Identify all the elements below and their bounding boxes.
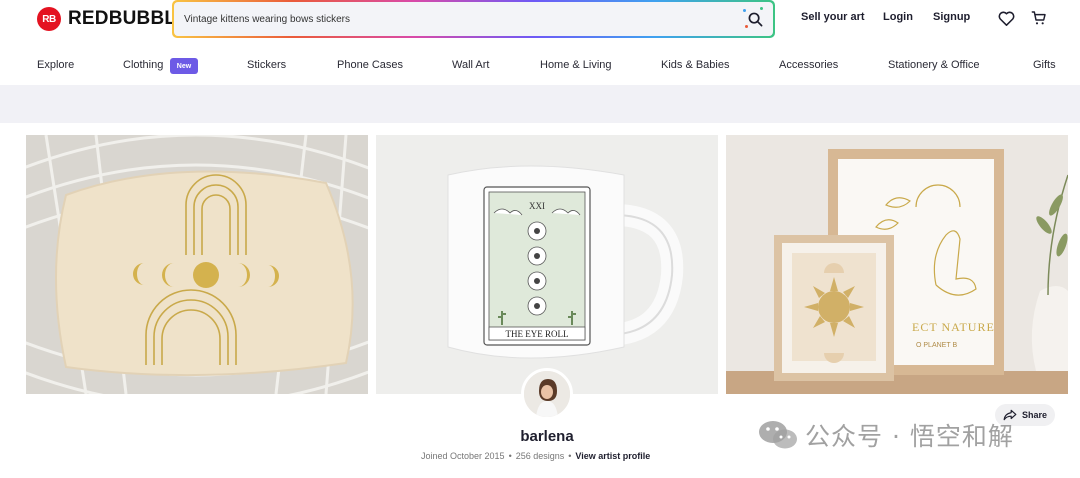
header: RB REDBUBBLE Sell your art Login Signup	[0, 0, 1080, 40]
sell-your-art-link[interactable]: Sell your art	[801, 11, 865, 25]
promo-banner	[0, 85, 1080, 123]
watermark: 公众号 · 悟空和解	[757, 417, 1014, 453]
hero-image-mug[interactable]: XXI THE EYE ROLL	[376, 135, 718, 394]
logo-wordmark: REDBUBBLE	[68, 8, 190, 29]
nav-explore[interactable]: Explore	[37, 59, 74, 71]
share-label: Share	[1021, 410, 1047, 420]
logo-mark: RB	[37, 7, 61, 31]
hero-image-frames[interactable]: ECT NATURE O PLANET B	[726, 135, 1068, 394]
joined-date: Joined October 2015	[421, 451, 505, 461]
artist-avatar[interactable]	[521, 368, 573, 420]
wechat-icon	[759, 421, 797, 449]
search-icon	[748, 12, 762, 26]
design-count: 256 designs	[515, 451, 565, 461]
search-button[interactable]	[743, 7, 767, 30]
tarot-roman-numeral: XXI	[529, 201, 545, 211]
frame-text-line2: O PLANET B	[916, 342, 957, 349]
nav-kids-babies[interactable]: Kids & Babies	[661, 59, 729, 71]
nav-stationery-office[interactable]: Stationery & Office	[888, 59, 980, 71]
nav-gifts[interactable]: Gifts	[1033, 59, 1056, 71]
hero-image-pillow[interactable]	[26, 135, 368, 394]
watermark-text: 公众号 · 悟空和解	[805, 422, 1014, 451]
view-artist-profile-link[interactable]: View artist profile	[575, 451, 650, 461]
frame-text-line1: ECT NATURE	[912, 320, 995, 334]
search-bar	[172, 0, 775, 38]
search-input[interactable]	[184, 2, 724, 36]
nav-home-living[interactable]: Home & Living	[540, 59, 612, 71]
signup-link[interactable]: Signup	[933, 11, 970, 25]
artist-meta: Joined October 2015 • 256 designs • View art…	[421, 451, 651, 461]
login-link[interactable]: Login	[883, 11, 913, 25]
nav-stickers[interactable]: Stickers	[247, 59, 286, 71]
tarot-caption: THE EYE ROLL	[506, 329, 569, 339]
new-badge: New	[170, 58, 198, 74]
category-nav: Explore Clothing Stickers Phone Cases Wa…	[0, 48, 1080, 84]
heart-icon[interactable]	[997, 9, 1015, 27]
nav-phone-cases[interactable]: Phone Cases	[337, 59, 403, 71]
nav-wall-art[interactable]: Wall Art	[452, 59, 490, 71]
redbubble-logo[interactable]: RB REDBUBBLE	[37, 6, 189, 32]
nav-accessories[interactable]: Accessories	[779, 59, 838, 71]
cart-icon[interactable]	[1030, 9, 1048, 27]
nav-clothing[interactable]: Clothing	[123, 59, 163, 71]
